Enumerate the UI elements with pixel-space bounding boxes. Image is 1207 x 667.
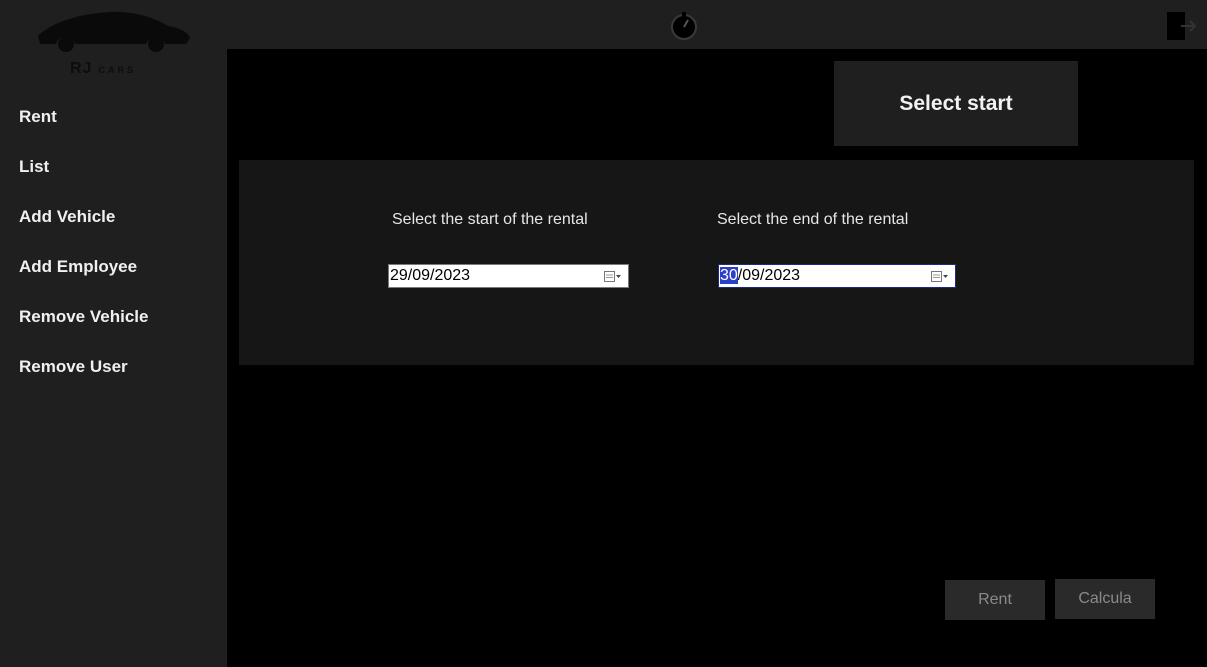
end-date-label: Select the end of the rental	[717, 211, 909, 228]
calendar-dropdown-icon[interactable]	[604, 271, 622, 282]
nav-item-add-employee[interactable]: Add Employee	[19, 257, 137, 277]
nav-item-rent[interactable]: Rent	[19, 107, 57, 127]
start-date-value: 29/09/2023	[390, 267, 471, 284]
start-date-picker[interactable]: 29/09/2023	[388, 264, 629, 288]
end-date-day-selected: 30	[720, 267, 738, 284]
rental-date-panel	[239, 160, 1194, 365]
calendar-dropdown-icon[interactable]	[931, 271, 949, 282]
stopwatch-icon[interactable]	[669, 11, 699, 41]
start-date-label: Select the start of the rental	[392, 211, 588, 228]
brand-logo-text: RJ CARS	[70, 60, 136, 77]
end-date-picker[interactable]: 30/09/2023	[718, 264, 956, 288]
nav-item-list[interactable]: List	[19, 157, 49, 177]
end-date-rest: /09/2023	[737, 267, 801, 284]
calculate-button[interactable]: Calcula	[1055, 579, 1155, 619]
select-start-header: Select start	[834, 61, 1078, 146]
logout-icon[interactable]	[1165, 10, 1197, 42]
rent-button[interactable]: Rent	[945, 580, 1045, 620]
nav-item-add-vehicle[interactable]: Add Vehicle	[19, 207, 115, 227]
nav-item-remove-user[interactable]: Remove User	[19, 357, 128, 377]
nav-item-remove-vehicle[interactable]: Remove Vehicle	[19, 307, 148, 327]
